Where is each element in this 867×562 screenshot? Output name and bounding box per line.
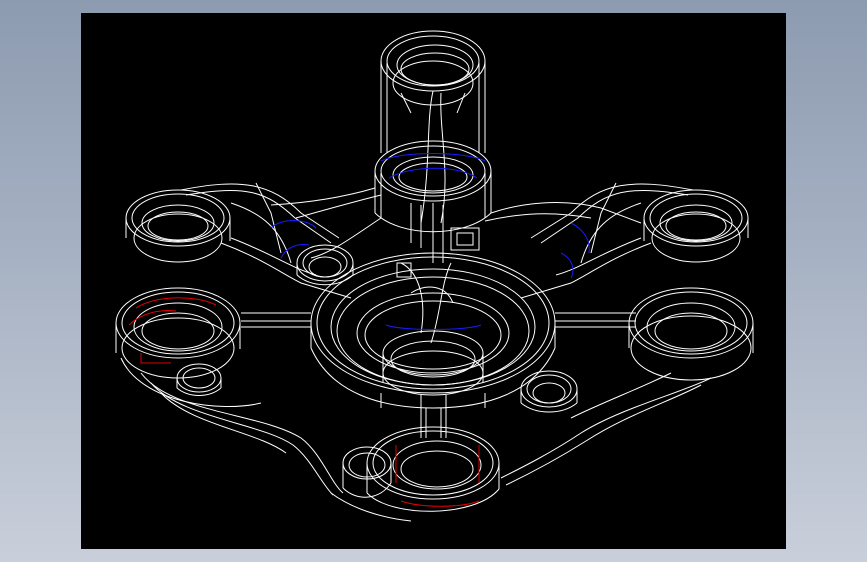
cad-viewport[interactable] [81, 13, 786, 549]
small-boss-left [296, 244, 354, 286]
right-front-boss [628, 287, 754, 381]
hidden-edge-lines [270, 153, 590, 330]
central-hub [310, 252, 556, 409]
wireframe-drawing [115, 30, 754, 522]
upper-left-link [270, 187, 382, 259]
cross-struts [241, 312, 636, 438]
lower-left-web [140, 372, 344, 496]
wireframe-lines [115, 30, 754, 522]
right-back-arm [484, 182, 749, 299]
small-boss-right [520, 370, 578, 413]
bottom-boss [330, 426, 500, 522]
lower-right-web [500, 372, 712, 486]
left-front-boss [115, 287, 262, 408]
upper-hub [374, 140, 492, 263]
